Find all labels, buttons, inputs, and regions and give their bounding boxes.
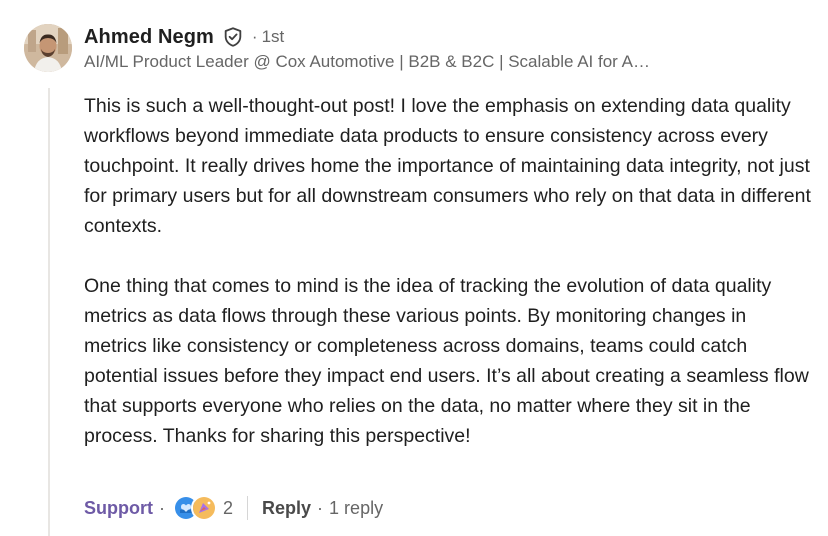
verified-shield-icon: [222, 26, 244, 48]
comment-paragraph-2: One thing that comes to mind is the idea…: [84, 275, 809, 447]
comment-header: Ahmed Negm · 1st AI/ML Product Leader @ …: [84, 22, 804, 72]
thread-line: [48, 88, 50, 536]
reply-count-link[interactable]: 1 reply: [329, 498, 383, 519]
reactions-summary[interactable]: 2: [173, 495, 234, 521]
action-divider: [247, 496, 249, 520]
author-name[interactable]: Ahmed Negm: [84, 26, 214, 49]
connection-degree: 1st: [261, 27, 285, 46]
action-dot-separator: ·: [159, 497, 165, 518]
degree-separator: ·: [251, 27, 258, 46]
reply-dot-separator: ·: [317, 497, 324, 518]
celebrate-icon: [191, 495, 217, 521]
support-button[interactable]: Support: [84, 498, 153, 519]
author-row: Ahmed Negm · 1st: [84, 22, 804, 52]
comment-paragraph-1: This is such a well-thought-out post! I …: [84, 95, 811, 237]
comment-actions: Support · 2 Reply · 1 reply: [84, 494, 383, 522]
avatar[interactable]: [24, 24, 72, 72]
reaction-count: 2: [223, 497, 234, 518]
reply-button[interactable]: Reply: [262, 498, 311, 519]
avatar-photo: [24, 24, 72, 72]
author-headline[interactable]: AI/ML Product Leader @ Cox Automotive | …: [84, 52, 804, 72]
comment-text: This is such a well-thought-out post! I …: [84, 91, 814, 451]
